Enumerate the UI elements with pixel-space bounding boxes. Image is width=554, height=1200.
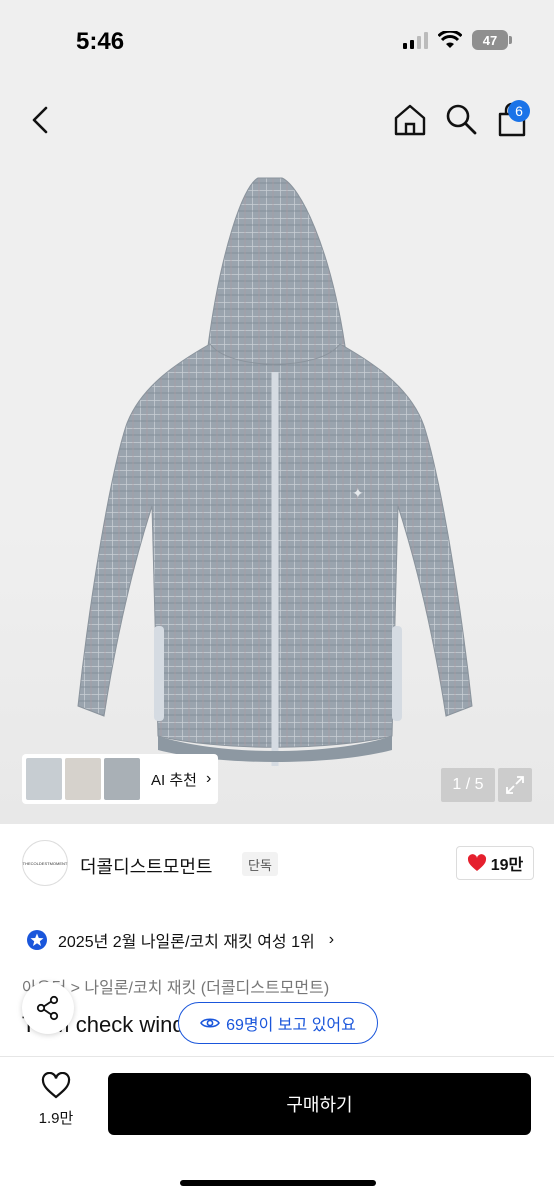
share-button[interactable] xyxy=(22,982,74,1034)
status-bar: 5:46 47 xyxy=(0,0,554,82)
heart-icon xyxy=(467,854,486,871)
back-icon[interactable] xyxy=(26,104,56,136)
brand-name[interactable]: 더콜디스트모먼트 xyxy=(80,853,212,879)
exclusive-tag: 단독 xyxy=(242,852,278,876)
svg-text:✦: ✦ xyxy=(352,486,364,502)
ranking-text: 2025년 2월 나일론/코치 재킷 여성 1위 xyxy=(58,934,315,951)
share-icon xyxy=(36,995,59,1021)
viewers-badge: 69명이 보고 있어요 xyxy=(178,1002,378,1044)
battery-level: 47 xyxy=(482,32,498,48)
buy-button[interactable]: 구매하기 xyxy=(108,1073,531,1135)
brand-like-count: 19만 xyxy=(490,857,524,874)
cart-count-badge: 6 xyxy=(508,100,530,122)
brand-like-button[interactable]: 19만 xyxy=(456,846,534,880)
wishlist-button[interactable]: 1.9만 xyxy=(30,1071,82,1128)
thumbnail-2[interactable] xyxy=(65,758,101,800)
battery-indicator: 47 xyxy=(472,30,512,50)
ranking-link[interactable]: 2025년 2월 나일론/코치 재킷 여성 1위 › xyxy=(26,928,334,952)
search-icon[interactable] xyxy=(444,102,478,136)
home-indicator xyxy=(180,1180,376,1186)
expand-button[interactable] xyxy=(498,768,532,802)
ai-recommend-strip[interactable]: AI 추천 › xyxy=(22,754,218,804)
status-icons: 47 xyxy=(403,30,512,50)
brand-logo-text: THECOLDESTMOMENT xyxy=(22,860,68,866)
thumbnail-3[interactable] xyxy=(104,758,140,800)
expand-icon xyxy=(506,776,524,794)
brand-logo[interactable]: THECOLDESTMOMENT xyxy=(22,840,68,886)
thumbnail-1[interactable] xyxy=(26,758,62,800)
chevron-right-icon: › xyxy=(205,770,212,787)
heart-outline-icon xyxy=(41,1071,71,1099)
status-time: 5:46 xyxy=(76,28,125,55)
eye-icon xyxy=(200,1018,221,1028)
brand-row[interactable]: THECOLDESTMOMENT 더콜디스트모먼트 단독 19만 xyxy=(22,840,534,890)
ai-recommend-label: AI 추천 xyxy=(151,771,197,789)
home-icon[interactable] xyxy=(392,102,428,138)
chevron-right-icon: › xyxy=(328,931,335,948)
viewers-text: 69명이 보고 있어요 xyxy=(226,1017,356,1034)
star-badge-icon xyxy=(27,930,47,950)
product-image[interactable]: ✦ xyxy=(70,176,480,796)
signal-icon xyxy=(403,31,428,49)
wifi-icon xyxy=(438,31,462,48)
wishlist-count: 1.9만 xyxy=(38,1110,74,1127)
image-counter: 1 / 5 xyxy=(441,768,495,802)
